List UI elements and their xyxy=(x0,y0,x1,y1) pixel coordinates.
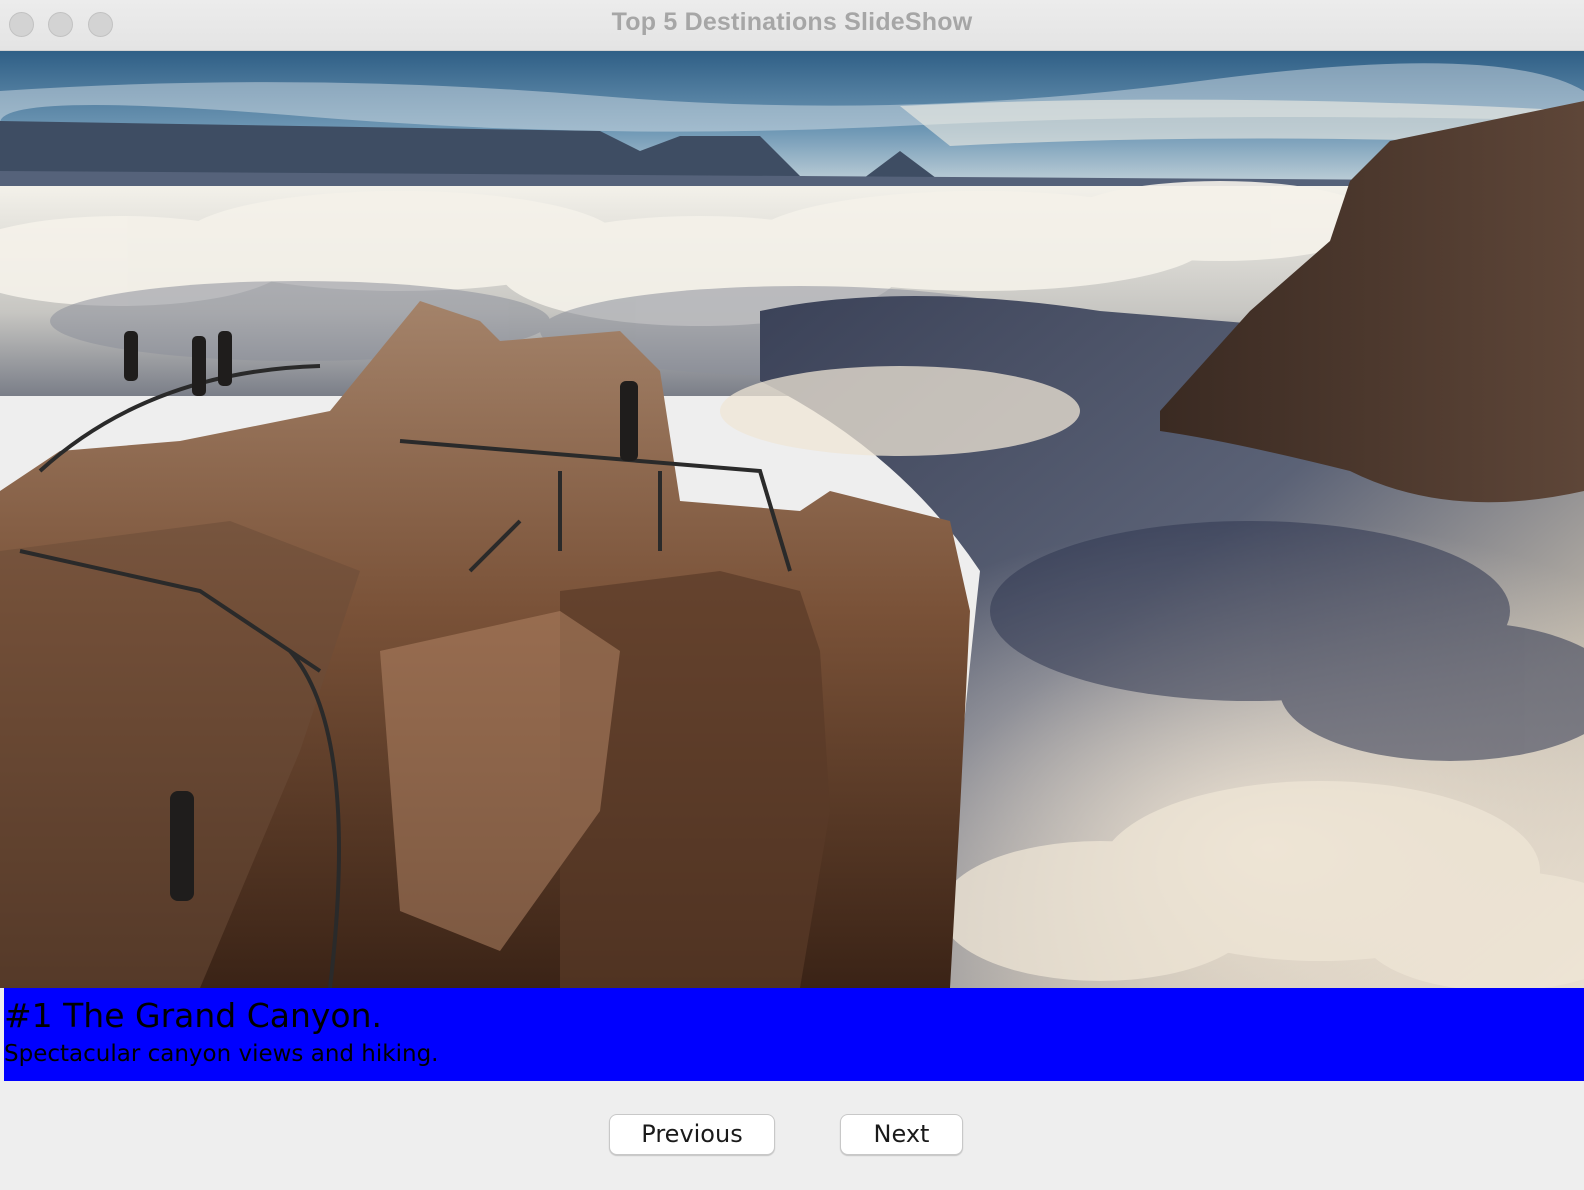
slide-caption: #1 The Grand Canyon. Spectacular canyon … xyxy=(4,988,1584,1081)
app-window: Top 5 Destinations SlideShow #1 The Gran… xyxy=(0,0,1584,1190)
next-button[interactable]: Next xyxy=(840,1114,963,1155)
slide-title: #1 The Grand Canyon. xyxy=(4,996,383,1035)
window-title: Top 5 Destinations SlideShow xyxy=(611,8,973,36)
slide-description: Spectacular canyon views and hiking. xyxy=(4,1041,439,1067)
previous-button[interactable]: Previous xyxy=(609,1114,775,1155)
title-bar[interactable]: Top 5 Destinations SlideShow xyxy=(0,0,1584,51)
slide-image xyxy=(0,51,1584,988)
